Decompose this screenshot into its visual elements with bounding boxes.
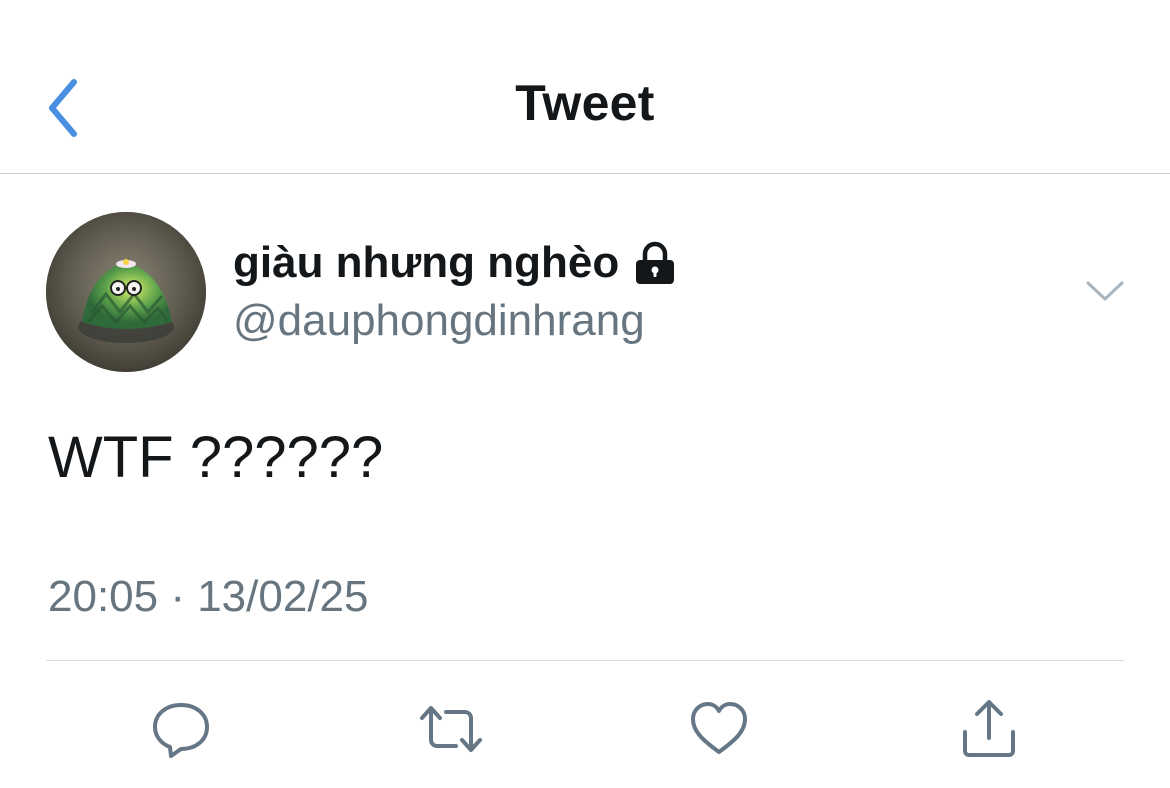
heart-icon xyxy=(691,702,747,754)
retweet-icon xyxy=(420,706,482,752)
page-title: Tweet xyxy=(515,75,655,131)
chevron-down-icon xyxy=(1086,281,1124,301)
like-button[interactable] xyxy=(684,694,754,764)
tweet-text: WTF ?????? xyxy=(48,425,384,490)
tweet-menu-button[interactable] xyxy=(1080,268,1130,314)
author-display-name[interactable]: giàu nhưng nghèo xyxy=(233,238,677,288)
divider xyxy=(46,660,1124,661)
reply-button[interactable] xyxy=(146,694,216,764)
lock-icon xyxy=(636,241,675,284)
tweet-timestamp: 20:05 · 13/02/25 xyxy=(48,572,369,621)
avatar-image xyxy=(46,212,206,372)
avatar[interactable] xyxy=(46,212,206,372)
share-button[interactable] xyxy=(954,694,1024,764)
speech-bubble-icon xyxy=(153,703,209,758)
share-icon xyxy=(963,700,1015,757)
author-handle[interactable]: @dauphongdinhrang xyxy=(233,296,645,346)
display-name-text: giàu nhưng nghèo xyxy=(233,238,620,287)
navigation-header: Tweet xyxy=(0,0,1170,174)
retweet-button[interactable] xyxy=(416,694,486,764)
